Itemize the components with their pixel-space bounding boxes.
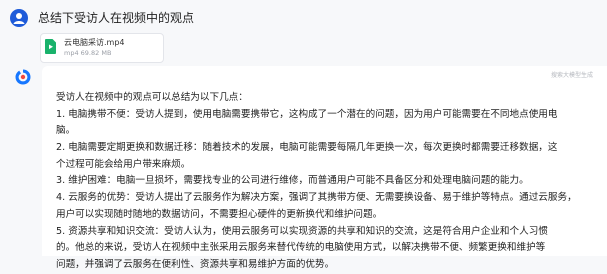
answer-line: 问题，并强调了云服务在便利性、资源共享和易维护方面的优势。 (56, 258, 335, 270)
attachment-file-meta: mp4 69.82 MB (64, 49, 112, 57)
answer-line: 受访人在视频中的观点可以总结为以下几点： (56, 92, 248, 103)
answer-line: 5. 资源共享和知识交流：受访人认为，使用云服务可以实现资源的共享和知识的交流，… (56, 225, 548, 237)
attachment-card[interactable]: 云电脑采访.mp4 mp4 69.82 MB (40, 33, 164, 63)
answer-line: 的。他总的来说，受访人在视频中主张采用云服务来替代传统的电脑使用方式，以解决携带… (56, 242, 546, 254)
answer-line: 脑。 (56, 125, 76, 137)
answer-line: 3. 维护困难：电脑一旦损坏，需要找专业的公司进行维修，而普通用户可能不具备区分… (56, 175, 529, 187)
answer-line: 1. 电脑携带不便：受访人提到，使用电脑需要携带它，这构成了一个潜在的问题，因为… (56, 108, 558, 120)
ai-generated-badge: 搜索大模型生成 (550, 72, 593, 79)
answer-line: 2. 电脑需要定期更换和数据迁移：随着技术的发展，电脑可能需要每隔几年更换一次，… (56, 142, 558, 154)
assistant-logo-icon (15, 69, 31, 85)
attachment-file-name: 云电脑采访.mp4 (64, 38, 125, 47)
assistant-answer-card: 搜索大模型生成 受访人在视频中的观点可以总结为以下几点： 1. 电脑携带不便：受… (42, 66, 607, 270)
answer-text: 受访人在视频中的观点可以总结为以下几点： 1. 电脑携带不便：受访人提到，使用电… (56, 90, 599, 274)
video-file-icon (45, 39, 56, 54)
user-avatar-icon (10, 9, 28, 27)
user-question: 总结下受访人在视频中的观点 (38, 11, 195, 25)
answer-line: 个过程可能会给用户带来麻烦。 (56, 158, 191, 170)
answer-line: 4. 云服务的优势：受访人提出了云服务作为解决方案，强调了其携带方便、无需要换设… (56, 192, 577, 204)
answer-line: 用户可以实现随时随地的数据访问，不需要担心硬件的更新换代和维护问题。 (56, 208, 383, 220)
